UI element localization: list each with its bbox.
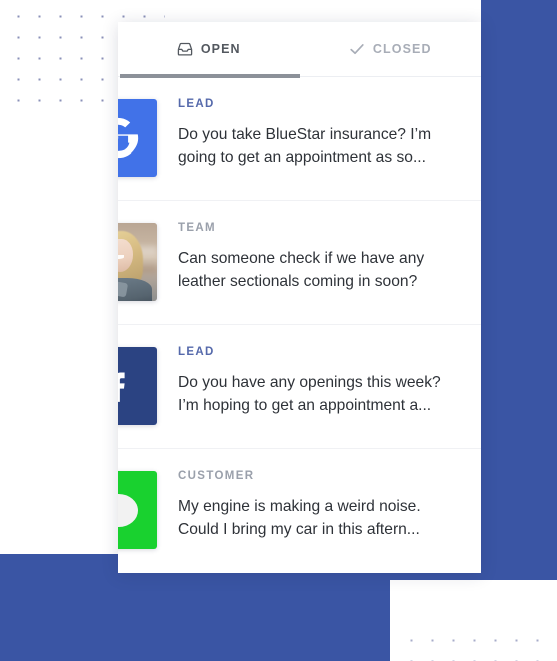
dot-grid-decoration-bottom-right [398,628,550,661]
avatar-photo-person [118,223,157,301]
conversation-tag: CUSTOMER [178,470,255,482]
inbox-icon [177,41,193,57]
checkmark-icon [349,41,365,57]
conversation-message: Do you take BlueStar insurance? I’m goin… [178,125,432,167]
conversation-row[interactable]: LEAD Do you have any openings this week?… [118,325,481,449]
conversation-list: LEAD Do you take BlueStar insurance? I’m… [118,77,481,573]
conversation-content: LEAD Do you have any openings this week?… [178,325,481,440]
speech-bubble-glyph [118,493,138,527]
inbox-card: OPEN CLOSED LEAD Do you take BlueStar in… [118,22,481,573]
conversation-row[interactable]: LEAD Do you take BlueStar insurance? I’m… [118,77,481,201]
tab-closed-label: CLOSED [372,42,432,56]
conversation-tag: LEAD [178,98,215,110]
tab-open-label: OPEN [200,42,241,56]
screenshot-stage: OPEN CLOSED LEAD Do you take BlueStar in… [0,0,557,661]
tab-bar: OPEN CLOSED [118,22,482,78]
conversation-message: Can someone check if we have any leather… [178,249,425,291]
conversation-tag: LEAD [178,346,215,358]
conversation-row[interactable]: CUSTOMER My engine is making a weird noi… [118,449,481,573]
tab-open[interactable]: OPEN [118,22,300,76]
active-tab-underline [120,74,300,78]
facebook-icon [118,347,157,425]
tab-closed[interactable]: CLOSED [300,22,482,76]
conversation-content: LEAD Do you take BlueStar insurance? I’m… [178,77,481,192]
conversation-message: Do you have any openings this week? I’m … [178,373,441,415]
user-photo-avatar [118,223,157,301]
conversation-content: TEAM Can someone check if we have any le… [178,201,481,316]
sms-message-icon [118,471,157,549]
white-gap-decoration-top [198,0,481,22]
google-icon [118,99,157,177]
conversation-message: My engine is making a weird noise. Could… [178,497,421,539]
conversation-tag: TEAM [178,222,216,234]
conversation-row[interactable]: TEAM Can someone check if we have any le… [118,201,481,325]
conversation-content: CUSTOMER My engine is making a weird noi… [178,449,481,564]
